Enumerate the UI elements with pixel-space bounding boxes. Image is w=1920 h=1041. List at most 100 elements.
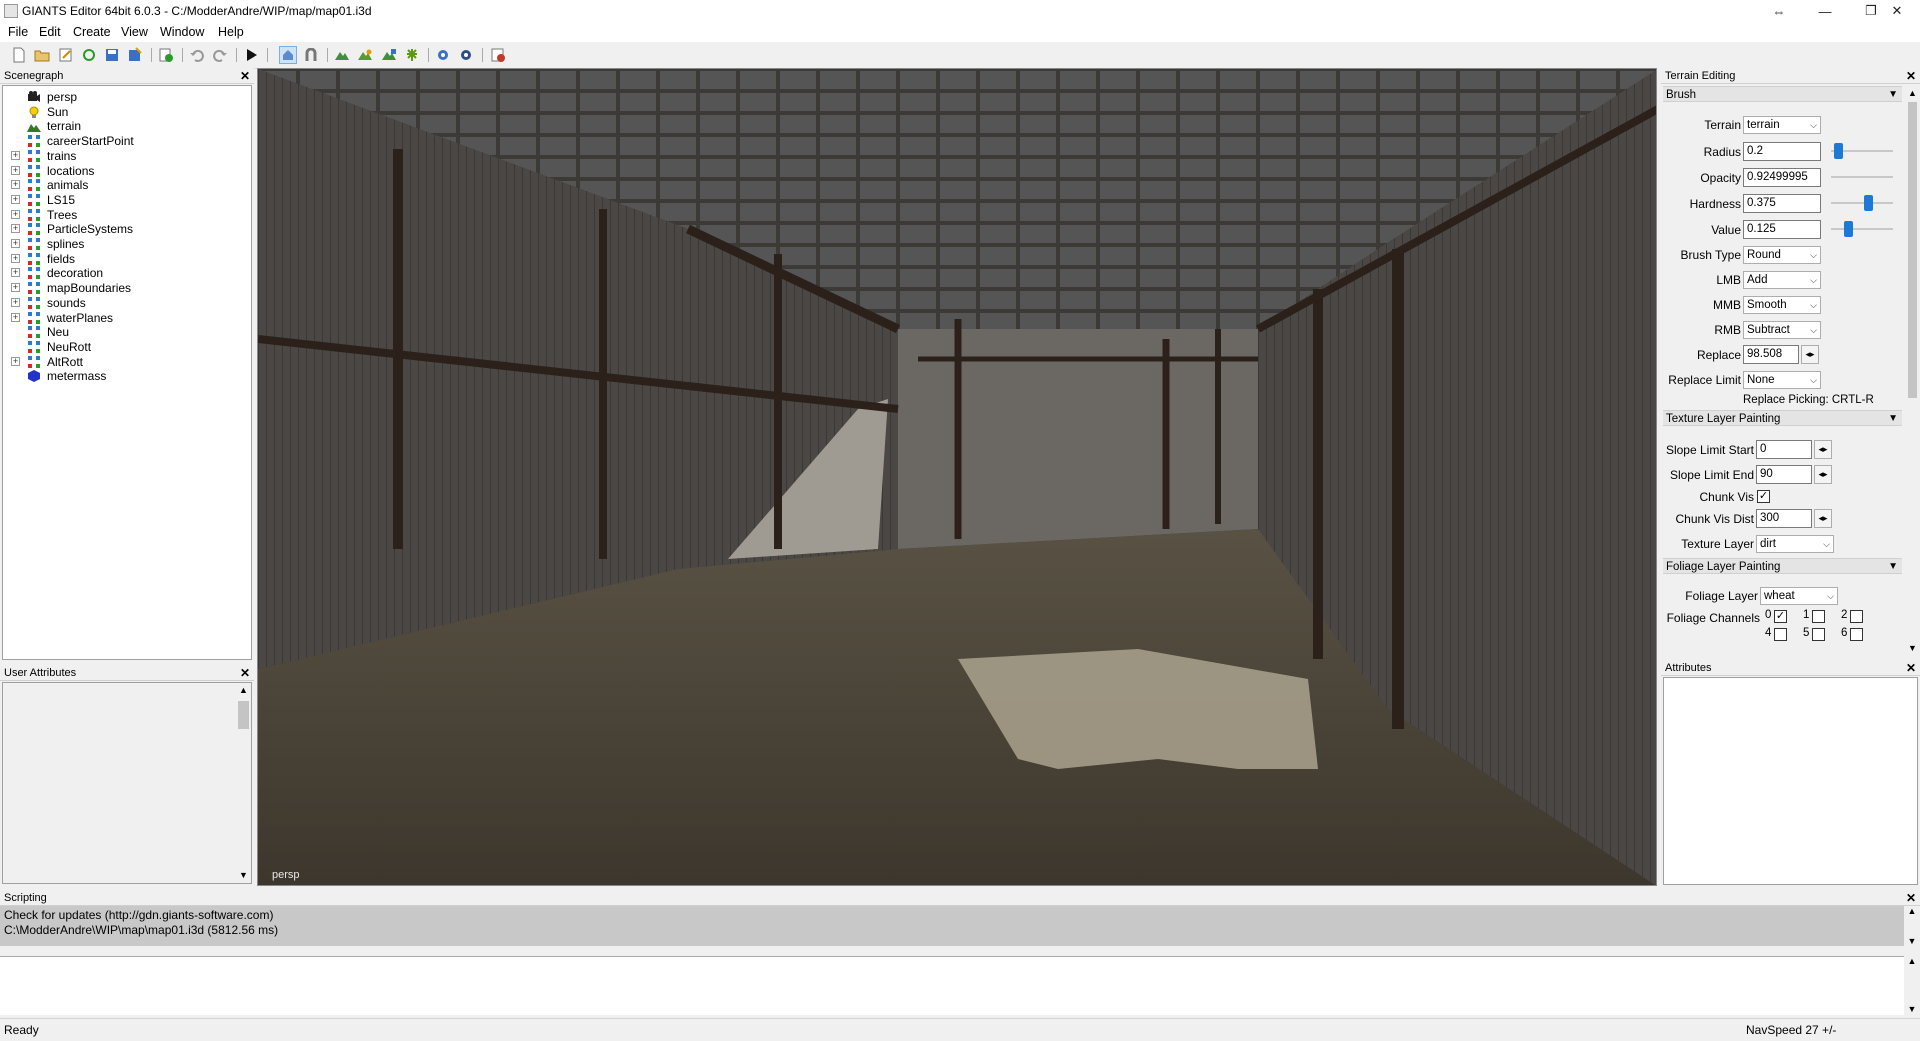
script-icon[interactable]: [489, 46, 507, 64]
spinner-arrows-icon[interactable]: ◂▸: [1814, 509, 1832, 528]
undo-icon[interactable]: [188, 46, 206, 64]
scroll-down-icon[interactable]: ▼: [236, 868, 251, 883]
channel-checkbox[interactable]: [1850, 628, 1863, 641]
expand-icon[interactable]: +: [11, 312, 20, 322]
close-icon[interactable]: ✕: [240, 68, 250, 84]
channel-checkbox[interactable]: [1812, 610, 1825, 623]
value-slider[interactable]: [1831, 220, 1893, 239]
close-icon[interactable]: ✕: [1906, 890, 1916, 906]
foliage-icon[interactable]: [403, 46, 421, 64]
menu-help[interactable]: Help: [218, 25, 244, 39]
tree-node[interactable]: metermass: [3, 367, 243, 385]
expand-icon[interactable]: +: [11, 253, 20, 263]
opacity-field[interactable]: 0.92499995: [1743, 168, 1821, 187]
open-folder-icon[interactable]: [33, 46, 51, 64]
terrain-paint-icon[interactable]: [356, 46, 374, 64]
menu-window[interactable]: Window: [160, 25, 204, 39]
script-input[interactable]: [0, 956, 1904, 1015]
channel-checkbox[interactable]: ✓: [1774, 610, 1787, 623]
redo-icon[interactable]: [211, 46, 229, 64]
menu-edit[interactable]: Edit: [39, 25, 61, 39]
brush-section-header[interactable]: Brush ▼: [1663, 86, 1902, 102]
select-mode-icon[interactable]: [279, 46, 297, 64]
radius-slider[interactable]: [1831, 142, 1893, 161]
close-icon[interactable]: ✕: [240, 665, 250, 681]
brush-type-select[interactable]: Round ⌵: [1743, 246, 1821, 264]
terrain-select[interactable]: terrain ⌵: [1743, 116, 1821, 134]
expand-icon[interactable]: +: [11, 194, 20, 204]
magnet-icon[interactable]: [302, 46, 320, 64]
scrollbar[interactable]: ▲ ▼: [236, 683, 251, 883]
channel-checkbox[interactable]: [1812, 628, 1825, 641]
channel-checkbox[interactable]: [1774, 628, 1787, 641]
menu-create[interactable]: Create: [73, 25, 111, 39]
scroll-thumb[interactable]: [1908, 102, 1917, 398]
rmb-select[interactable]: Subtract ⌵: [1743, 321, 1821, 339]
save-icon[interactable]: [103, 46, 121, 64]
radius-field[interactable]: 0.2: [1743, 142, 1821, 161]
chunk-vis-dist-field[interactable]: 300: [1756, 509, 1812, 528]
texture-section-header[interactable]: Texture Layer Painting ▼: [1663, 410, 1902, 426]
spinner-arrows-icon[interactable]: ◂▸: [1814, 440, 1832, 459]
collapse-icon[interactable]: ▼: [1888, 87, 1898, 103]
refresh-icon[interactable]: [80, 46, 98, 64]
close-button[interactable]: ✕: [1874, 0, 1920, 22]
scroll-down-icon[interactable]: ▼: [1905, 641, 1920, 656]
settings-icon[interactable]: [457, 46, 475, 64]
menu-view[interactable]: View: [121, 25, 148, 39]
play-icon[interactable]: [242, 46, 260, 64]
scroll-up-icon[interactable]: ▲: [1905, 86, 1920, 101]
terrain-panel-scrollbar[interactable]: ▲ ▼: [1905, 86, 1920, 656]
replace-limit-select[interactable]: None ⌵: [1743, 371, 1821, 389]
scenegraph-tree[interactable]: persp Sun terrain careerStartPoint + trains + l…: [2, 85, 252, 660]
foliage-section-header[interactable]: Foliage Layer Painting ▼: [1663, 558, 1902, 574]
scroll-up-icon[interactable]: ▲: [1904, 906, 1920, 916]
slope-end-field[interactable]: 90: [1756, 465, 1812, 484]
input-scrollbar[interactable]: ▲ ▼: [1904, 956, 1920, 1014]
expand-icon[interactable]: +: [11, 356, 20, 366]
expand-icon[interactable]: +: [11, 297, 20, 307]
log-scrollbar[interactable]: ▲ ▼: [1904, 906, 1920, 946]
replace-field[interactable]: 98.508: [1743, 345, 1799, 364]
expand-icon[interactable]: +: [11, 268, 20, 278]
slope-start-field[interactable]: 0: [1756, 440, 1812, 459]
hardness-field[interactable]: 0.375: [1743, 194, 1821, 213]
close-icon[interactable]: ✕: [1906, 660, 1916, 676]
expand-icon[interactable]: +: [11, 209, 20, 219]
new-file-icon[interactable]: [10, 46, 28, 64]
spinner-arrows-icon[interactable]: ◂▸: [1801, 345, 1819, 364]
hardness-slider[interactable]: [1831, 194, 1893, 213]
channel-checkbox[interactable]: [1850, 610, 1863, 623]
expand-icon[interactable]: +: [11, 283, 20, 293]
collapse-icon[interactable]: ▼: [1888, 411, 1898, 427]
import-icon[interactable]: [157, 46, 175, 64]
chunk-vis-checkbox[interactable]: ✓: [1757, 490, 1770, 503]
minimize-button[interactable]: —: [1802, 0, 1848, 22]
spinner-arrows-icon[interactable]: ◂▸: [1814, 465, 1832, 484]
expand-icon[interactable]: +: [11, 180, 20, 190]
terrain-sculpt-icon[interactable]: [333, 46, 351, 64]
scroll-down-icon[interactable]: ▼: [1904, 936, 1920, 946]
slider-thumb[interactable]: [1844, 221, 1853, 237]
expand-icon[interactable]: +: [11, 239, 20, 248]
lmb-select[interactable]: Add ⌵: [1743, 271, 1821, 289]
scroll-up-icon[interactable]: ▲: [236, 683, 251, 698]
scroll-thumb[interactable]: [238, 701, 249, 729]
gear-icon[interactable]: [434, 46, 452, 64]
scroll-up-icon[interactable]: ▲: [1904, 956, 1920, 966]
expand-icon[interactable]: +: [11, 150, 20, 160]
texture-layer-select[interactable]: dirt ⌵: [1756, 535, 1834, 553]
3d-viewport[interactable]: persp: [257, 68, 1657, 886]
opacity-slider[interactable]: [1831, 168, 1893, 187]
slider-thumb[interactable]: [1834, 143, 1843, 159]
scroll-down-icon[interactable]: ▼: [1904, 1004, 1920, 1014]
save-as-icon[interactable]: [126, 46, 144, 64]
slider-thumb[interactable]: [1864, 195, 1873, 211]
expand-icon[interactable]: +: [11, 165, 20, 175]
mmb-select[interactable]: Smooth ⌵: [1743, 296, 1821, 314]
value-field[interactable]: 0.125: [1743, 220, 1821, 239]
restore-layout-button[interactable]: ⇔: [1756, 0, 1802, 22]
foliage-paint-icon[interactable]: [380, 46, 398, 64]
close-icon[interactable]: ✕: [1906, 68, 1916, 84]
edit-file-icon[interactable]: [57, 46, 75, 64]
